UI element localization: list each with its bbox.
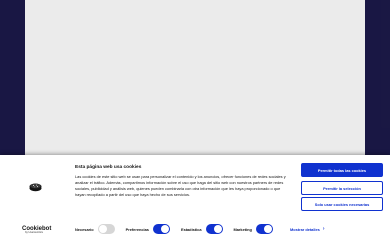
allow-selection-button[interactable]: Permitir la selección	[301, 181, 383, 195]
switch-knob	[98, 225, 107, 233]
chevron-right-icon: ›	[322, 226, 325, 232]
cookiebot-logo-subtext: by Usercentrics	[25, 231, 43, 234]
cookie-icon	[29, 183, 42, 192]
statistics-switch[interactable]	[205, 224, 223, 234]
toggle-statistics: Estadística	[181, 224, 223, 234]
allow-all-button[interactable]: Permitir todas las cookies	[301, 163, 383, 177]
toggle-label: Preferencias	[125, 226, 149, 232]
toggle-marketing: Marketing	[234, 224, 273, 234]
show-details-label: Mostrar detalles	[290, 226, 320, 232]
switch-knob	[263, 225, 272, 233]
banner-title: Esta página web usa cookies	[75, 165, 142, 170]
necessary-switch[interactable]	[97, 224, 115, 234]
necessary-only-button[interactable]: Solo usar cookies necesarias	[301, 197, 383, 211]
toggle-label: Necesario	[75, 226, 94, 232]
toggle-label: Marketing	[233, 226, 252, 232]
banner-description: Las cookies de este sitio web se usan pa…	[75, 174, 286, 198]
show-details-link[interactable]: Mostrar detalles ›	[290, 226, 325, 232]
switch-knob	[160, 225, 169, 233]
toggle-label: Estadística	[180, 226, 202, 232]
consent-toggles: Necesario Preferencias Estadística Marke…	[75, 223, 284, 235]
switch-knob	[213, 225, 222, 233]
toggle-necessary: Necesario	[75, 224, 115, 234]
marketing-switch[interactable]	[255, 224, 273, 234]
toggle-preferences: Preferencias	[126, 224, 170, 234]
cookiebot-brand: Cookiebot by Usercentrics	[22, 226, 51, 235]
preferences-switch[interactable]	[152, 224, 170, 234]
